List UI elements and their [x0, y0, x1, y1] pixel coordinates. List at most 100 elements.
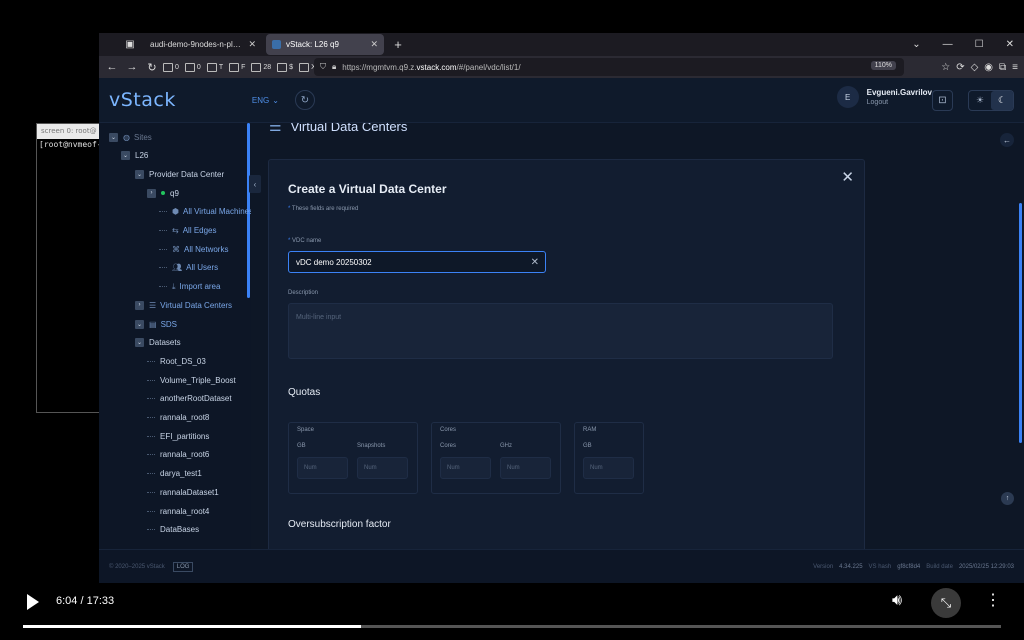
maximize-icon[interactable]: ☐: [975, 39, 984, 50]
language-select[interactable]: ENG ⌄: [252, 96, 279, 105]
url-text: https://mgmtvm.q9.z.vstack.com/#/panel/v…: [342, 62, 521, 72]
cores-input[interactable]: Num: [440, 457, 491, 479]
version-value: 4.34.225: [839, 563, 863, 570]
extensions-icon[interactable]: ⧉: [999, 62, 1006, 73]
main-scrollbar[interactable]: [1019, 203, 1022, 443]
close-tab-icon[interactable]: ✕: [248, 39, 256, 50]
app-footer: © 2020–2025 vStack LOG Version 4.34.225 …: [99, 549, 1024, 583]
collapse-icon[interactable]: ⌄: [135, 319, 144, 329]
account-icon[interactable]: ◉: [984, 62, 993, 73]
video-progress-bar[interactable]: [23, 625, 1001, 628]
log-button[interactable]: LOG: [172, 561, 194, 572]
exit-fullscreen-icon[interactable]: ⤡: [931, 588, 961, 618]
description-textarea[interactable]: Multi-line input: [288, 303, 833, 359]
reload-icon[interactable]: ↻: [143, 58, 161, 76]
sidebar-item-sds[interactable]: ⌄ ▤ SDS: [135, 316, 177, 332]
sidebar-item-all-users[interactable]: 👥︎ All Users: [159, 260, 218, 276]
expand-icon[interactable]: ›: [147, 188, 156, 198]
pocket-icon[interactable]: ◇: [971, 62, 979, 73]
back-arrow-button[interactable]: ←: [1000, 133, 1014, 147]
collapse-icon[interactable]: ⌄: [135, 338, 144, 348]
vdc-name-label: VDC name: [288, 238, 321, 244]
tree-connector: [159, 230, 167, 231]
more-options-icon[interactable]: ⋮: [985, 590, 1001, 610]
clear-icon[interactable]: ✕: [531, 257, 539, 268]
sidebar-item-volume-triple-boost[interactable]: Volume_Triple_Boost: [147, 372, 236, 388]
navigation-tree: ⌄ ◍ Sites ⌄ L26 ⌄ Provider Data Center › q9 ⬢ All …: [99, 123, 251, 549]
shield-icon[interactable]: ⛉: [320, 62, 326, 72]
space-gb-input[interactable]: Num: [297, 457, 348, 479]
ghz-input[interactable]: Num: [500, 457, 551, 479]
back-icon[interactable]: ←: [103, 58, 121, 76]
scroll-top-button[interactable]: ↑: [1001, 492, 1014, 505]
sidebar-item-virtual-data-centers[interactable]: › ☰ Virtual Data Centers: [135, 297, 232, 313]
sidebar-item-root-ds-03[interactable]: Root_DS_03: [147, 353, 206, 369]
volume-icon[interactable]: 🔊︎: [892, 592, 902, 610]
sidebar-item-import-area[interactable]: ⤓ Import area: [159, 279, 220, 295]
sidebar-item-efi-partitions[interactable]: EFI_partitions: [147, 428, 209, 444]
tab-list-icon[interactable]: ⌄: [912, 39, 920, 50]
sync-icon[interactable]: ⟳: [956, 62, 964, 73]
close-window-icon[interactable]: ✕: [1006, 39, 1014, 50]
sidebar-item-rannala-root8[interactable]: rannala_root8: [147, 410, 209, 426]
collapse-icon[interactable]: ⌄: [109, 132, 118, 142]
vstack-logo[interactable]: vStack: [109, 89, 176, 111]
tab-audi-demo[interactable]: audi-demo-9nodes-n-plus-2.z.vstack ✕: [144, 34, 262, 55]
forward-icon[interactable]: →: [123, 58, 141, 76]
tab-manager-icon[interactable]: ▣: [116, 33, 144, 56]
collapse-icon[interactable]: ⌄: [121, 151, 130, 161]
sidebar-item-all-networks[interactable]: ⌘ All Networks: [159, 241, 228, 257]
minimize-icon[interactable]: —: [943, 39, 953, 50]
network-icon: ⌘: [172, 244, 180, 254]
user-menu[interactable]: E Evgueni.Gavrilov Logout: [836, 86, 932, 108]
sidebar-item-label: EFI_partitions: [160, 431, 210, 441]
sidebar-item-datasets[interactable]: ⌄ Datasets: [135, 335, 181, 351]
vdc-name-input[interactable]: vDC demo 20250302 ✕: [288, 251, 546, 273]
bookmark[interactable]: 28: [251, 63, 271, 72]
new-tab-button[interactable]: +: [388, 37, 408, 52]
logout-link[interactable]: Logout: [867, 99, 932, 106]
sidebar-item-anotherrootdataset[interactable]: anotherRootDataset: [147, 391, 232, 407]
sidebar-item-all-edges[interactable]: ⇆ All Edges: [159, 223, 217, 239]
sidebar-item-rannala-root6[interactable]: rannala_root6: [147, 447, 209, 463]
status-dot-icon: [161, 191, 165, 196]
sidebar-item-provider-data-center[interactable]: ⌄ Provider Data Center: [135, 166, 224, 182]
chevron-down-icon: ⌄: [272, 95, 279, 105]
moon-icon[interactable]: ☾: [991, 91, 1013, 110]
refresh-button[interactable]: ↻: [294, 90, 315, 110]
close-tab-icon[interactable]: ✕: [370, 39, 378, 50]
sidebar-item-all-virtual-machines[interactable]: ⬢ All Virtual Machines: [159, 204, 251, 220]
collapse-icon[interactable]: ⌄: [135, 169, 144, 179]
quota-group-title: Cores: [440, 427, 457, 433]
bookmark[interactable]: T: [207, 63, 223, 72]
sidebar-item-label: rannala_root6: [160, 450, 210, 460]
theme-toggle[interactable]: ☀ ☾: [968, 90, 1014, 111]
bookmark[interactable]: $: [277, 63, 293, 72]
sidebar-item-q9[interactable]: › q9: [147, 185, 179, 201]
bookmark[interactable]: 0: [185, 63, 201, 72]
sidebar-item-rannaladataset1[interactable]: rannalaDataset1: [147, 484, 219, 500]
snapshots-input[interactable]: Num: [357, 457, 408, 479]
build-date-label: Build date: [926, 563, 953, 570]
tree-connector: [159, 211, 167, 213]
sidebar-item-l26[interactable]: ⌄ L26: [121, 148, 148, 164]
sun-icon[interactable]: ☀: [969, 91, 991, 110]
sidebar-item-sites[interactable]: ⌄ ◍ Sites: [109, 129, 152, 145]
sidebar-item-rannala-root4[interactable]: rannala_root4: [147, 503, 209, 519]
zoom-level[interactable]: 110%: [870, 61, 896, 70]
play-icon[interactable]: [27, 594, 39, 610]
terminal-window[interactable]: screen 0: root@ [root@nvmeof-: [36, 123, 100, 413]
menu-icon[interactable]: ≡: [1012, 62, 1018, 73]
address-bar[interactable]: ⛉ 🔒︎ https://mgmtvm.q9.z.vstack.com/#/pa…: [314, 58, 904, 76]
tab-vstack[interactable]: vStack: L26 q9 ✕: [266, 34, 384, 55]
expand-icon[interactable]: ›: [135, 300, 144, 310]
bookmark[interactable]: 0: [163, 63, 179, 72]
ram-gb-input[interactable]: Num: [583, 457, 634, 479]
lock-icon[interactable]: 🔒︎: [332, 62, 336, 72]
star-icon[interactable]: ☆: [941, 62, 950, 73]
bookmark[interactable]: F: [229, 63, 245, 72]
sidebar-item-darya-test1[interactable]: darya_test1: [147, 466, 202, 482]
close-icon[interactable]: ✕: [841, 168, 854, 186]
sidebar-item-databases[interactable]: DataBases: [147, 522, 199, 538]
lock-session-button[interactable]: ⊡: [932, 90, 953, 111]
